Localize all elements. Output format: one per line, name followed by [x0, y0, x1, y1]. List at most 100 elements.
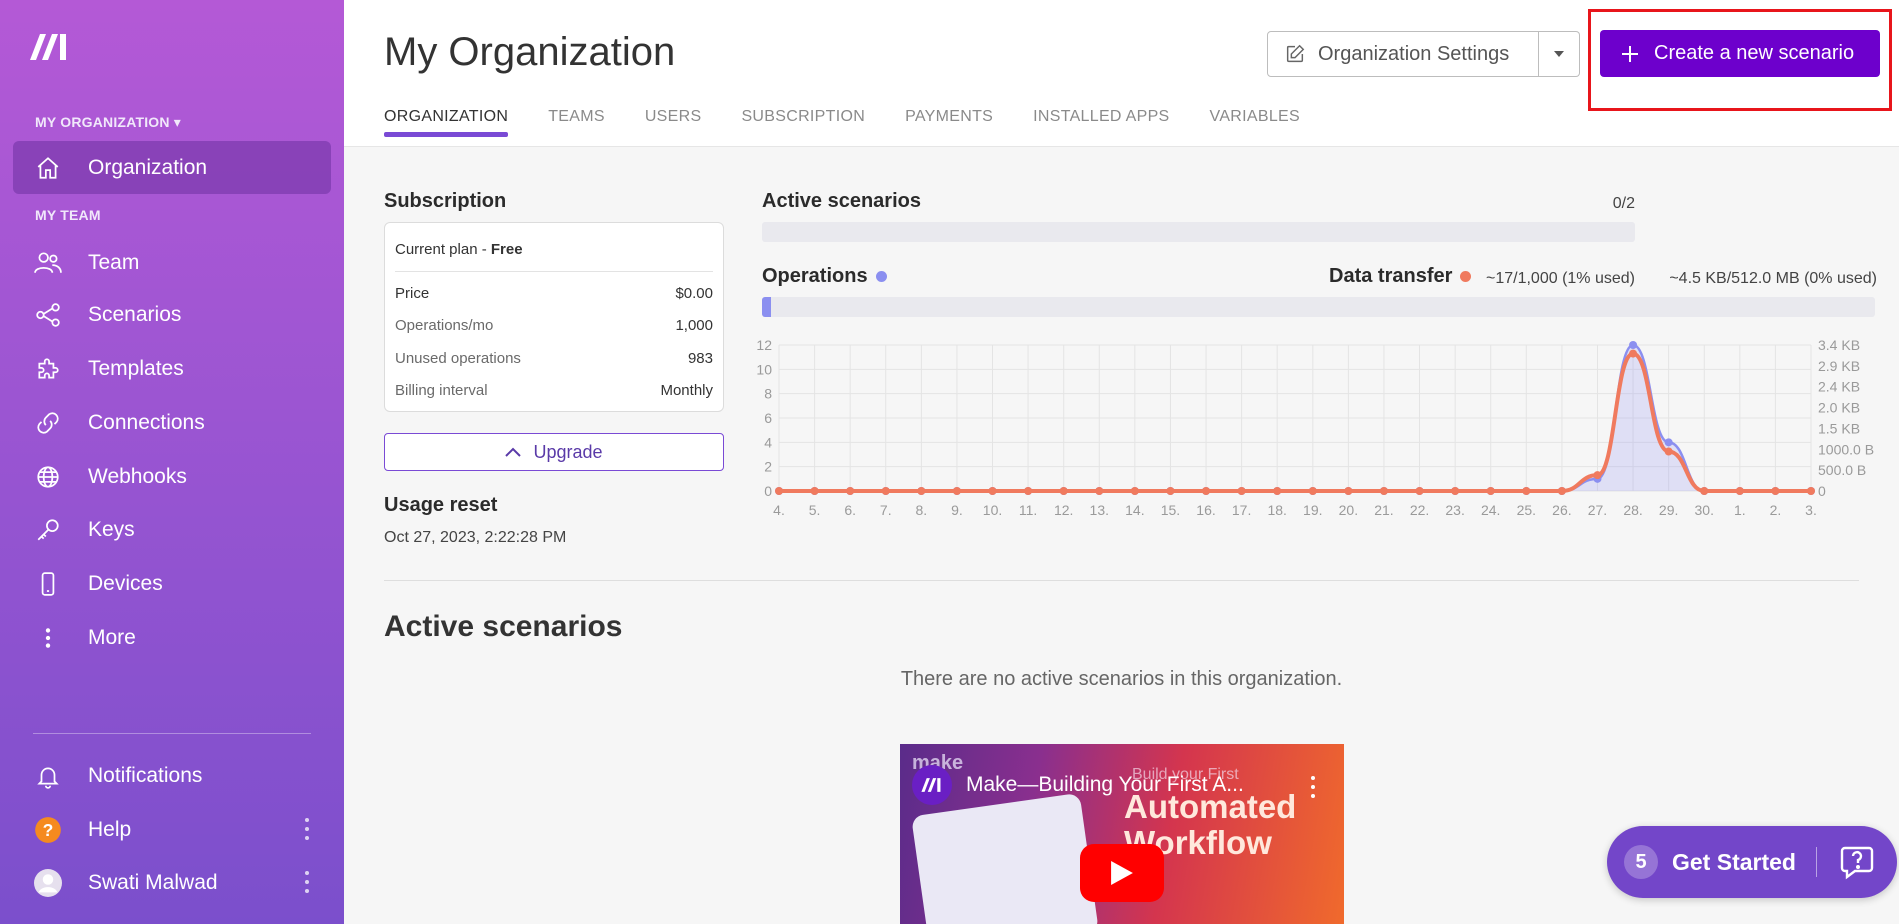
- data-point: [1629, 341, 1638, 349]
- row-label: Price: [395, 285, 430, 302]
- data-point: [1308, 487, 1317, 495]
- x-tick-label: 26.: [1552, 502, 1571, 518]
- sidebar-item-more[interactable]: More: [13, 611, 331, 664]
- organization-settings-dropdown[interactable]: [1539, 31, 1580, 77]
- sidebar-item-label: Help: [88, 817, 132, 841]
- x-tick-label: 20.: [1339, 502, 1358, 518]
- make-logo[interactable]: [28, 30, 72, 64]
- x-tick-label: 12.: [1054, 502, 1073, 518]
- data-point: [1059, 487, 1068, 495]
- caret-down-icon: [1554, 51, 1564, 57]
- sidebar-item-team[interactable]: Team: [13, 236, 331, 289]
- current-plan: Current plan - Free: [395, 241, 523, 258]
- data-point: [952, 487, 961, 495]
- x-tick-label: 27.: [1588, 502, 1607, 518]
- tab-organization[interactable]: ORGANIZATION: [384, 108, 509, 137]
- x-tick-label: 6.: [844, 502, 856, 518]
- page-header: My Organization Organization Settings Cr…: [344, 0, 1899, 147]
- help-more-icon[interactable]: [304, 818, 310, 840]
- x-tick-label: 13.: [1090, 502, 1109, 518]
- organization-settings-button[interactable]: Organization Settings: [1267, 31, 1539, 77]
- y-left-tick-label: 8: [764, 386, 772, 402]
- x-tick-label: 17.: [1232, 502, 1251, 518]
- channel-logo-icon[interactable]: [912, 765, 952, 805]
- sidebar-item-scenarios[interactable]: Scenarios: [13, 288, 331, 341]
- x-tick-label: 14.: [1125, 502, 1144, 518]
- sidebar-item-webhooks[interactable]: Webhooks: [13, 450, 331, 503]
- data-point: [1593, 471, 1602, 480]
- sidebar-item-keys[interactable]: Keys: [13, 503, 331, 556]
- sidebar-item-organization[interactable]: Organization: [13, 141, 331, 194]
- subscription-row: Billing interval Monthly: [395, 382, 713, 399]
- video-title[interactable]: Make—Building Your First A...: [966, 773, 1244, 797]
- tab-users[interactable]: USERS: [645, 108, 702, 136]
- play-button-icon[interactable]: [1080, 844, 1164, 902]
- globe-icon: [33, 462, 63, 492]
- row-value: 983: [687, 350, 713, 367]
- puzzle-icon: [33, 354, 63, 384]
- video-more-icon[interactable]: [1310, 776, 1316, 798]
- usage-chart: 0246810120500.0 B1000.0 B1.5 KB2.0 KB2.4…: [756, 337, 1874, 518]
- users-icon: [33, 248, 63, 278]
- subscription-card: Current plan - Free Price $0.00 Operation…: [384, 222, 724, 412]
- sidebar-item-label: Organization: [88, 155, 208, 179]
- data-point: [1664, 438, 1673, 447]
- get-started-button[interactable]: 5 Get Started: [1607, 826, 1897, 898]
- data-point: [810, 487, 819, 495]
- profile-more-icon[interactable]: [304, 871, 310, 893]
- y-left-tick-label: 12: [756, 337, 772, 353]
- home-icon: [33, 153, 63, 183]
- active-scenarios-bar: [762, 222, 1635, 242]
- card-divider: [395, 271, 713, 272]
- x-tick-label: 15.: [1161, 502, 1180, 518]
- data-point: [1771, 487, 1780, 495]
- org-label-text: MY ORGANIZATION: [35, 114, 170, 130]
- tab-variables[interactable]: VARIABLES: [1210, 108, 1300, 136]
- x-tick-label: 5.: [809, 502, 821, 518]
- x-tick-label: 1.: [1734, 502, 1746, 518]
- sidebar-item-notifications[interactable]: Notifications: [13, 749, 331, 802]
- mobile-icon: [33, 569, 63, 599]
- data-transfer-bar: [1329, 297, 1875, 317]
- y-right-tick-label: 500.0 B: [1818, 462, 1866, 478]
- plan-prefix: Current plan -: [395, 241, 491, 258]
- sidebar-item-help[interactable]: ? Help: [13, 803, 331, 856]
- upgrade-button[interactable]: Upgrade: [384, 433, 724, 471]
- x-tick-label: 22.: [1410, 502, 1429, 518]
- y-left-tick-label: 0: [764, 483, 772, 499]
- data-point: [1202, 487, 1211, 495]
- sidebar-item-label: Notifications: [88, 763, 203, 787]
- x-tick-label: 29.: [1659, 502, 1678, 518]
- chevron-up-icon: [505, 447, 522, 457]
- sidebar-item-label: Webhooks: [88, 464, 187, 488]
- sidebar-item-templates[interactable]: Templates: [13, 342, 331, 395]
- x-tick-label: 28.: [1623, 502, 1642, 518]
- data-point: [1557, 487, 1566, 495]
- usage-reset-title: Usage reset: [384, 494, 498, 516]
- tab-payments[interactable]: PAYMENTS: [905, 108, 993, 136]
- x-tick-label: 3.: [1805, 502, 1817, 518]
- sidebar-item-profile[interactable]: Swati Malwad: [13, 856, 331, 909]
- row-value: 1,000: [675, 317, 713, 334]
- subscription-title: Subscription: [384, 190, 507, 212]
- data-point: [846, 487, 855, 495]
- row-label: Billing interval: [395, 382, 488, 399]
- x-tick-label: 10.: [983, 502, 1002, 518]
- tab-installed-apps[interactable]: INSTALLED APPS: [1033, 108, 1169, 136]
- sidebar-item-label: Connections: [88, 410, 205, 434]
- org-section-label[interactable]: MY ORGANIZATION ▾: [35, 114, 181, 131]
- tab-teams[interactable]: TEAMS: [548, 108, 605, 136]
- row-value: Monthly: [660, 382, 713, 399]
- sidebar-item-label: Scenarios: [88, 302, 182, 326]
- sidebar-item-connections[interactable]: Connections: [13, 396, 331, 449]
- sidebar-item-devices[interactable]: Devices: [13, 557, 331, 610]
- tab-subscription[interactable]: SUBSCRIPTION: [741, 108, 865, 136]
- x-tick-label: 9.: [951, 502, 963, 518]
- y-right-tick-label: 0: [1818, 483, 1826, 499]
- x-tick-label: 4.: [773, 502, 785, 518]
- y-left-tick-label: 10: [756, 361, 772, 377]
- video-embed[interactable]: make Build your First Automated Workflow…: [900, 744, 1344, 924]
- upgrade-label: Upgrade: [533, 441, 603, 462]
- y-right-tick-label: 2.4 KB: [1818, 379, 1860, 395]
- plan-name: Free: [490, 241, 523, 258]
